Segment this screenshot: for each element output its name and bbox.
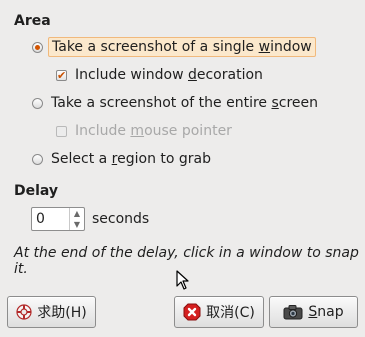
camera-icon bbox=[283, 304, 303, 320]
help-lifebuoy-icon bbox=[16, 304, 32, 320]
radio-entire-screen-label: Take a screenshot of the entire screen bbox=[51, 95, 319, 111]
delay-spinbutton[interactable]: 0 ▲ ▼ bbox=[31, 207, 85, 231]
checkbox-include-decoration[interactable]: ✔ Include window decoration bbox=[56, 64, 263, 86]
radio-select-region[interactable]: Select a region to grab bbox=[32, 148, 211, 170]
checkbox-include-pointer-label: Include mouse pointer bbox=[75, 123, 232, 139]
chevron-down-icon[interactable]: ▼ bbox=[74, 220, 80, 229]
cancel-button[interactable]: 取消(C) bbox=[174, 296, 264, 328]
checkbox-indicator[interactable]: ✔ bbox=[56, 69, 67, 81]
radio-indicator[interactable] bbox=[32, 41, 43, 53]
mouse-cursor-icon bbox=[176, 270, 189, 290]
snap-button[interactable]: Snap bbox=[269, 296, 358, 328]
radio-single-window-label: Take a screenshot of a single window bbox=[48, 37, 316, 57]
delay-unit-label: seconds bbox=[92, 211, 150, 227]
delay-value[interactable]: 0 bbox=[36, 211, 45, 227]
radio-single-window[interactable]: Take a screenshot of a single window bbox=[32, 36, 316, 58]
checkbox-indicator[interactable] bbox=[56, 125, 67, 137]
radio-indicator[interactable] bbox=[32, 153, 43, 165]
spin-arrows[interactable]: ▲ ▼ bbox=[69, 208, 84, 230]
help-button-label: 求助(H) bbox=[37, 305, 87, 321]
cancel-icon bbox=[183, 303, 201, 321]
delay-section-title: Delay bbox=[14, 183, 59, 199]
radio-indicator[interactable] bbox=[32, 97, 43, 109]
snap-button-label: Snap bbox=[308, 304, 344, 320]
checkbox-include-pointer[interactable]: Include mouse pointer bbox=[56, 120, 232, 142]
help-button[interactable]: 求助(H) bbox=[7, 296, 96, 328]
cancel-button-label: 取消(C) bbox=[206, 305, 255, 321]
chevron-up-icon[interactable]: ▲ bbox=[74, 209, 80, 218]
radio-select-region-label: Select a region to grab bbox=[51, 151, 212, 167]
area-section-title: Area bbox=[14, 13, 51, 29]
checkbox-include-decoration-label: Include window decoration bbox=[75, 67, 263, 83]
radio-entire-screen[interactable]: Take a screenshot of the entire screen bbox=[32, 92, 318, 114]
